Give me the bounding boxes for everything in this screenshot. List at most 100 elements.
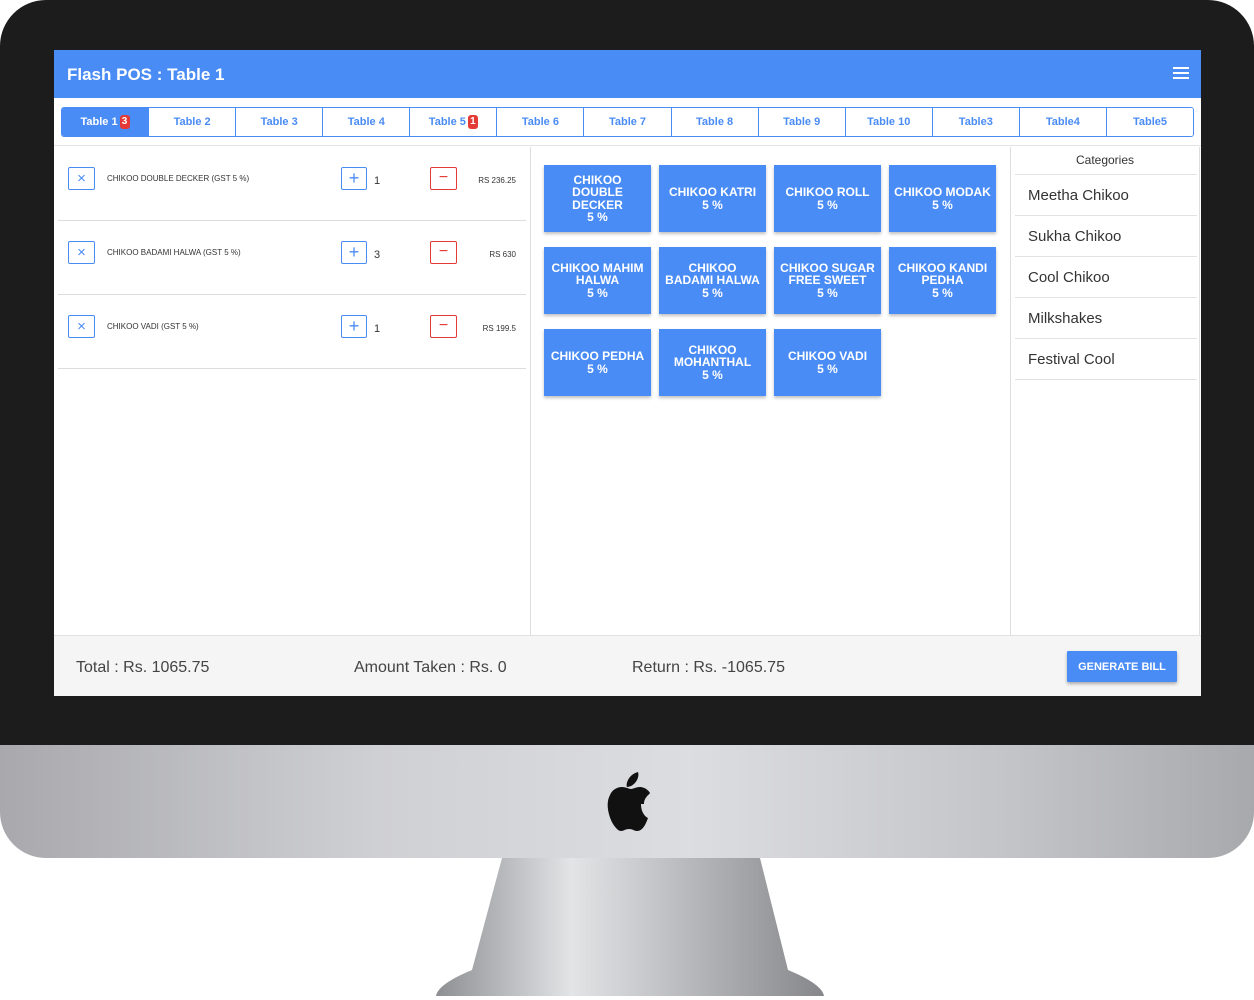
- product-button[interactable]: Chikoo Katri 5 %: [659, 165, 766, 232]
- tab-label: Table4: [1045, 116, 1080, 128]
- tab-table-8[interactable]: Table 8: [671, 108, 759, 136]
- category-item[interactable]: Milkshakes: [1015, 298, 1197, 339]
- tab-label: Table5: [1132, 116, 1167, 128]
- tab-table4[interactable]: Table4: [1019, 108, 1107, 136]
- product-button[interactable]: Chikoo Kandi Pedha 5 %: [889, 247, 996, 314]
- monitor-stand: [436, 858, 824, 996]
- product-button[interactable]: Chikoo Double Decker 5 %: [544, 165, 651, 232]
- product-tax: 5 %: [587, 285, 608, 300]
- product-tax: 5 %: [817, 361, 838, 376]
- increase-qty-button[interactable]: +: [341, 315, 367, 338]
- tab-table3[interactable]: Table3: [932, 108, 1020, 136]
- tab-label: Table 1: [80, 116, 118, 128]
- product-tax: 5 %: [932, 197, 953, 212]
- tab-label: Table 3: [260, 116, 298, 128]
- product-name: Chikoo Modak: [894, 185, 991, 199]
- amount-taken: Amount Taken : Rs. 0: [354, 659, 507, 676]
- product-name: Chikoo Sugar Free Sweet: [780, 260, 875, 288]
- remove-item-button[interactable]: ×: [68, 241, 95, 264]
- return-amount: Return : Rs. -1065.75: [632, 659, 785, 676]
- tab-table-2[interactable]: Table 2: [149, 108, 237, 136]
- product-name: Chikoo Roll: [785, 185, 870, 199]
- order-item-qty: 1: [374, 175, 381, 187]
- tab-label: Table 9: [783, 116, 821, 128]
- tab-label: Table 4: [347, 116, 385, 128]
- tab-label: Table 8: [696, 116, 734, 128]
- product-grid: Chikoo Double Decker 5 % Chikoo Katri 5 % …: [544, 165, 996, 396]
- product-button[interactable]: Chikoo Mohanthal 5 %: [659, 329, 766, 396]
- app-bar: Flash POS : Table 1: [54, 50, 1201, 98]
- total-amount: Total : Rs. 1065.75: [76, 659, 210, 676]
- product-button[interactable]: Chikoo Vadi 5 %: [774, 329, 881, 396]
- product-tax: 5 %: [817, 197, 838, 212]
- order-panel: × CHIKOO DOUBLE DECKER (GST 5 %) + 1 − R…: [54, 147, 531, 635]
- product-name: Chikoo Mohanthal: [673, 342, 752, 370]
- product-button[interactable]: Chikoo Pedha 5 %: [544, 329, 651, 396]
- product-button[interactable]: Chikoo Mahim Halwa 5 %: [544, 247, 651, 314]
- increase-qty-button[interactable]: +: [341, 167, 367, 190]
- category-list: Meetha Chikoo Sukha Chikoo Cool Chikoo M…: [1015, 174, 1197, 380]
- tab-table-10[interactable]: Table 10: [845, 108, 933, 136]
- order-item-name: CHIKOO DOUBLE DECKER (GST 5 %): [107, 174, 250, 183]
- tab-table5[interactable]: Table5: [1106, 108, 1193, 136]
- product-panel: Chikoo Double Decker 5 % Chikoo Katri 5 % …: [532, 147, 1010, 635]
- tab-table-6[interactable]: Table 6: [497, 108, 585, 136]
- tab-label: Table 2: [173, 116, 211, 128]
- category-item[interactable]: Cool Chikoo: [1015, 257, 1197, 298]
- tab-table-5[interactable]: Table 51: [410, 108, 498, 136]
- tab-label: Table 5: [428, 116, 466, 128]
- tab-table-7[interactable]: Table 7: [584, 108, 672, 136]
- product-tax: 5 %: [587, 361, 608, 376]
- order-item-qty: 3: [374, 249, 381, 261]
- remove-item-button[interactable]: ×: [68, 315, 95, 338]
- tab-badge: 1: [467, 115, 478, 129]
- hamburger-menu-icon[interactable]: [1173, 67, 1189, 80]
- order-item-name: CHIKOO BADAMI HALWA (GST 5 %): [107, 248, 241, 257]
- tab-table-9[interactable]: Table 9: [758, 108, 846, 136]
- apple-logo-icon: [607, 772, 650, 831]
- product-tax: 5 %: [932, 285, 953, 300]
- tab-label: Table 10: [867, 116, 911, 128]
- product-name: Chikoo Katri: [668, 185, 757, 199]
- order-item-row: × CHIKOO VADI (GST 5 %) + 1 − RS 199.5: [58, 295, 526, 369]
- product-name: Chikoo Pedha: [550, 349, 645, 363]
- order-item-name: CHIKOO VADI (GST 5 %): [107, 322, 199, 331]
- product-tax: 5 %: [702, 197, 723, 212]
- tab-table-1[interactable]: Table 13: [62, 108, 150, 136]
- increase-qty-button[interactable]: +: [341, 241, 367, 264]
- product-tax: 5 %: [702, 367, 723, 382]
- tab-label: Table 7: [608, 116, 647, 128]
- product-name: Chikoo Vadi: [787, 349, 868, 363]
- product-button[interactable]: Chikoo Roll 5 %: [774, 165, 881, 232]
- product-tax: 5 %: [817, 285, 838, 300]
- tab-label: Table 6: [521, 116, 559, 128]
- category-item[interactable]: Festival Cool: [1015, 339, 1197, 380]
- tab-table-3[interactable]: Table 3: [236, 108, 324, 136]
- decrease-qty-button[interactable]: −: [430, 167, 457, 190]
- category-item[interactable]: Meetha Chikoo: [1015, 175, 1197, 216]
- order-item-qty: 1: [374, 323, 381, 335]
- decrease-qty-button[interactable]: −: [430, 315, 457, 338]
- remove-item-button[interactable]: ×: [68, 167, 95, 190]
- product-button[interactable]: Chikoo Badami Halwa 5 %: [659, 247, 766, 314]
- app-title: Flash POS : Table 1: [67, 65, 225, 84]
- category-item[interactable]: Sukha Chikoo: [1015, 216, 1197, 257]
- categories-title: Categories: [1075, 153, 1135, 167]
- product-name: Chikoo Double Decker: [572, 172, 623, 212]
- product-tax: 5 %: [702, 285, 723, 300]
- product-name: Chikoo Kandi Pedha: [897, 260, 988, 288]
- table-tab-bar: Table 13 Table 2 Table 3 Table 4 Table 5…: [54, 98, 1201, 146]
- order-item-row: × CHIKOO BADAMI HALWA (GST 5 %) + 3 − RS…: [58, 221, 526, 295]
- monitor-frame: Flash POS : Table 1 Table 13 Table 2 Tab…: [0, 0, 1254, 1000]
- categories-panel: Categories Meetha Chikoo Sukha Chikoo Co…: [1010, 147, 1200, 635]
- product-button[interactable]: Chikoo Modak 5 %: [889, 165, 996, 232]
- order-item-row: × CHIKOO DOUBLE DECKER (GST 5 %) + 1 − R…: [58, 147, 526, 221]
- table-tabs: Table 13 Table 2 Table 3 Table 4 Table 5…: [61, 107, 1194, 137]
- tab-badge: 3: [119, 115, 130, 129]
- product-name: Chikoo Mahim Halwa: [551, 260, 644, 288]
- generate-bill-button[interactable]: GENERATE BILL: [1067, 651, 1177, 682]
- order-item-price: RS 630: [489, 250, 516, 259]
- tab-table-4[interactable]: Table 4: [323, 108, 411, 136]
- decrease-qty-button[interactable]: −: [430, 241, 457, 264]
- product-button[interactable]: Chikoo Sugar Free Sweet 5 %: [774, 247, 881, 314]
